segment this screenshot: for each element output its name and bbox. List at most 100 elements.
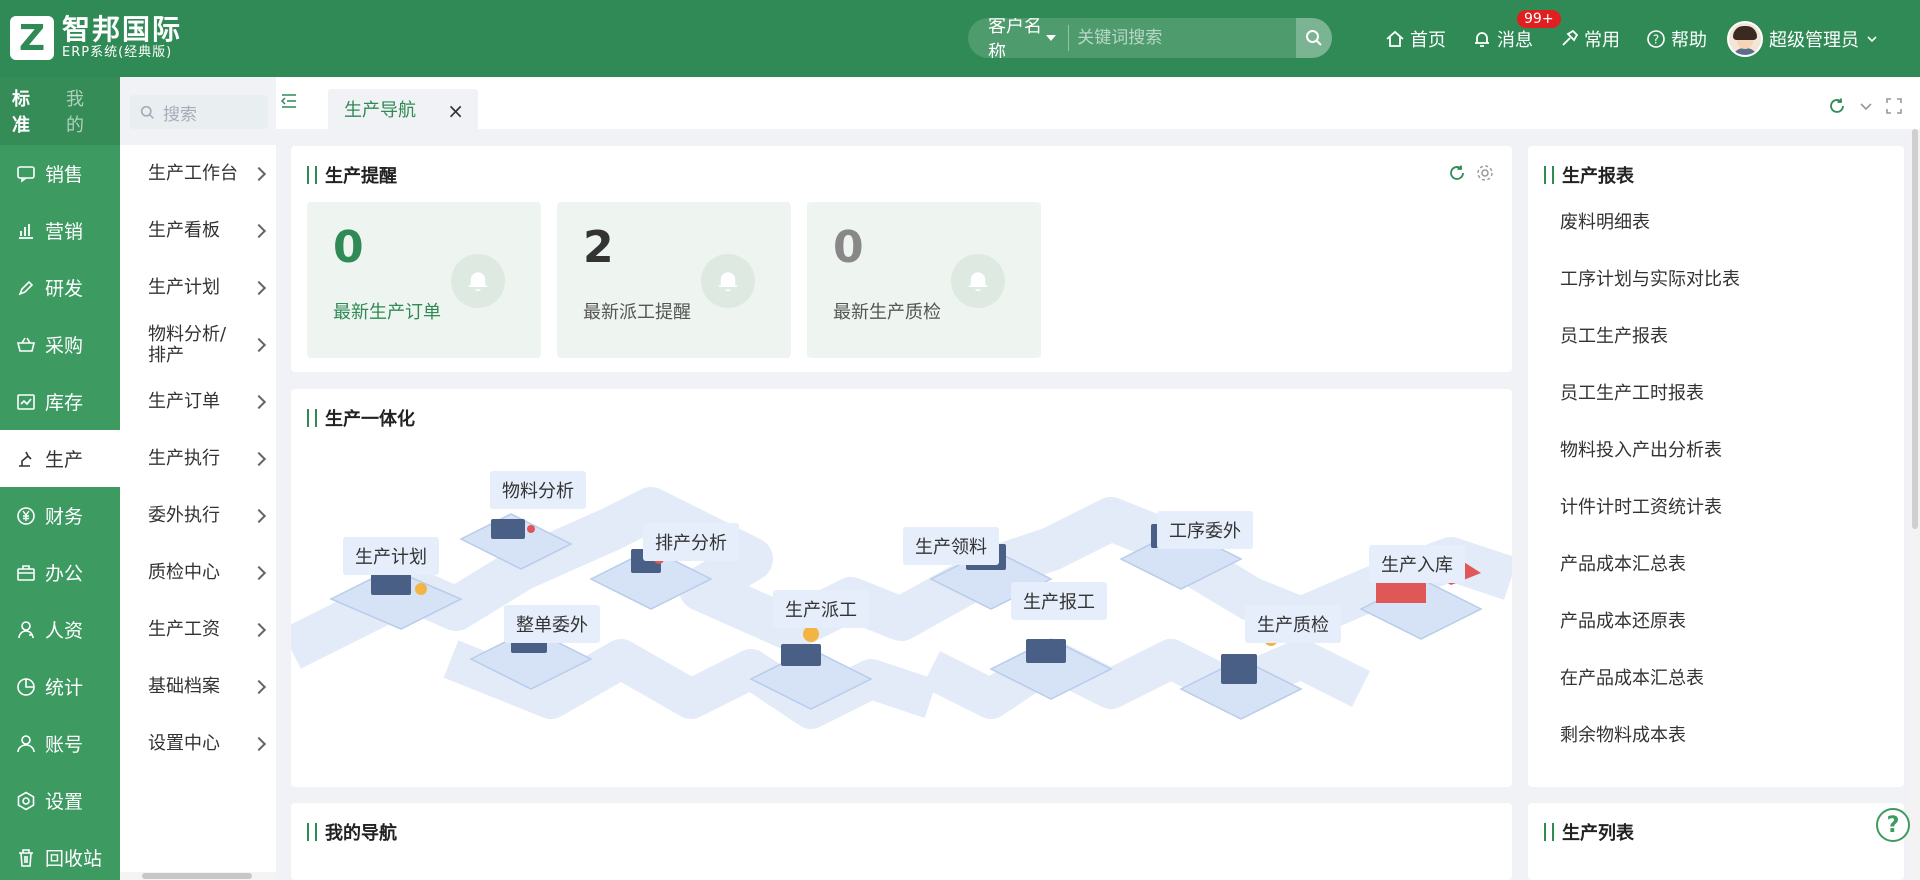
close-icon[interactable]: × [447, 99, 464, 123]
report-link[interactable]: 在产品成本汇总表 [1560, 664, 1704, 690]
gear-icon[interactable] [1476, 164, 1494, 182]
sidebar-item[interactable]: 销售 [0, 145, 120, 202]
chevron-right-icon [251, 679, 267, 694]
submenu-scrollbar[interactable] [120, 872, 276, 880]
user-menu[interactable]: 超级管理员 [1727, 20, 1879, 57]
brand-subtitle: ERP系统(经典版) [62, 45, 173, 60]
flow-node-label[interactable]: 生产领料 [903, 527, 999, 565]
user-name: 超级管理员 [1769, 29, 1859, 51]
sidebar-item[interactable]: 统计 [0, 658, 120, 715]
common-link[interactable]: 常用 [1559, 26, 1620, 52]
flow-node-label[interactable]: 生产报工 [1011, 582, 1107, 620]
report-link[interactable]: 废料明细表 [1560, 208, 1650, 234]
report-link[interactable]: 产品成本汇总表 [1560, 550, 1686, 576]
sidebar-item-label: 回收站 [45, 848, 103, 870]
messages-badge: 99+ [1517, 9, 1561, 28]
production-report-panel: 生产报表 废料明细表 工序计划与实际对比表 员工生产报表 员工生产工时报表 物料投入产出… [1528, 146, 1904, 787]
page-scrollbar[interactable] [1910, 129, 1920, 880]
help-float-button[interactable]: ? [1876, 808, 1910, 842]
submenu-item-label: 基础档案 [148, 676, 220, 697]
report-link[interactable]: 员工生产报表 [1560, 322, 1668, 348]
reminder-card[interactable]: 0 最新生产质检 [807, 202, 1041, 358]
production-list-panel: 生产列表 [1528, 803, 1904, 880]
sidebar-item[interactable]: 采购 [0, 316, 120, 373]
flow-node-label[interactable]: 生产派工 [773, 590, 869, 628]
help-link[interactable]: ? 帮助 [1646, 26, 1707, 52]
sidebar-item[interactable]: 人资 [0, 601, 120, 658]
flow-node-label[interactable]: 物料分析 [490, 471, 586, 509]
report-link[interactable]: 员工生产工时报表 [1560, 379, 1704, 405]
sidebar-item-label: 办公 [45, 563, 84, 585]
submenu-item[interactable]: 生产执行 [120, 430, 276, 487]
reminder-card[interactable]: 0 最新生产订单 [307, 202, 541, 358]
chevron-right-icon [251, 736, 267, 751]
brand-logo[interactable]: Z 智邦国际 ERP系统(经典版) [10, 15, 182, 61]
flow-node-label[interactable]: 生产计划 [343, 537, 439, 575]
submenu-item[interactable]: 物料分析/排产 [120, 316, 276, 373]
panel-title: 生产提醒 [307, 162, 397, 188]
my-navigation-panel: 我的导航 [291, 803, 1512, 880]
sidebar-item[interactable]: 账号 [0, 715, 120, 772]
chevron-down-icon[interactable] [1858, 98, 1874, 114]
submenu-item-label: 生产看板 [148, 220, 220, 241]
sidebar-item[interactable]: 库存 [0, 373, 120, 430]
tab-production-nav[interactable]: 生产导航 × [328, 89, 478, 129]
report-link[interactable]: 计件计时工资统计表 [1560, 493, 1722, 519]
yen-icon [17, 506, 35, 525]
report-link[interactable]: 工序计划与实际对比表 [1560, 265, 1740, 291]
flow-node-label[interactable]: 工序委外 [1157, 511, 1253, 549]
sidebar-item[interactable]: 设置 [0, 772, 120, 829]
sidebar-item[interactable]: 财务 [0, 487, 120, 544]
submenu-item[interactable]: 生产订单 [120, 373, 276, 430]
sidebar-item-label: 营销 [45, 221, 84, 243]
sidebar-item-label: 统计 [45, 677, 84, 699]
search-input[interactable] [1069, 28, 1297, 48]
sidebar-item[interactable]: 生产 [0, 430, 120, 487]
submenu-item[interactable]: 质检中心 [120, 544, 276, 601]
sidebar-item[interactable]: 办公 [0, 544, 120, 601]
submenu-item[interactable]: 委外执行 [120, 487, 276, 544]
submenu-item[interactable]: 生产看板 [120, 202, 276, 259]
flow-node-label[interactable]: 生产入库 [1369, 545, 1465, 583]
flow-node-label[interactable]: 生产质检 [1245, 605, 1341, 643]
refresh-icon[interactable] [1828, 97, 1846, 115]
flow-node-label[interactable]: 整单委外 [504, 605, 600, 643]
sidebar-item-label: 财务 [45, 506, 84, 528]
chevron-right-icon [251, 451, 267, 466]
production-reminder-panel: 生产提醒 0 最新生产订单 2 最新派工提醒 0 最新生产质检 [291, 146, 1512, 372]
top-bar: Z 智邦国际 ERP系统(经典版) 客户名称 首页 消息 99+ 常用 [0, 0, 1920, 77]
tab-standard[interactable]: 标准 [12, 85, 44, 137]
flow-node-label[interactable]: 排产分析 [643, 523, 739, 561]
hammer-icon [1562, 29, 1579, 46]
submenu-item[interactable]: 基础档案 [120, 658, 276, 715]
sidebar-item[interactable]: 回收站 [0, 829, 120, 880]
tab-mine[interactable]: 我的 [66, 85, 98, 137]
submenu-item[interactable]: 生产工作台 [120, 145, 276, 202]
submenu-item[interactable]: 生产计划 [120, 259, 276, 316]
sidebar-item-label: 人资 [45, 620, 84, 642]
collapse-menu-icon[interactable] [280, 92, 298, 110]
sidebar-item[interactable]: 研发 [0, 259, 120, 316]
home-link[interactable]: 首页 [1385, 26, 1446, 52]
fullscreen-icon[interactable] [1886, 98, 1902, 114]
bell-icon [1475, 31, 1489, 47]
submenu-item-label: 生产计划 [148, 277, 220, 298]
sidebar-item[interactable]: 营销 [0, 202, 120, 259]
logo-mark-icon: Z [10, 16, 54, 60]
messages-link[interactable]: 消息 99+ [1472, 9, 1561, 52]
common-label: 常用 [1584, 29, 1620, 51]
menu-search-input[interactable]: 搜索 [130, 95, 268, 129]
search-button[interactable] [1296, 18, 1332, 58]
report-link[interactable]: 剩余物料成本表 [1560, 721, 1686, 747]
settings-icon [17, 791, 35, 810]
report-link[interactable]: 物料投入产出分析表 [1560, 436, 1722, 462]
sidebar: 标准 我的 销售营销研发 采购 库存 生产财务办公人资统计账号 设置回收站 [0, 77, 120, 880]
refresh-icon[interactable] [1448, 164, 1466, 182]
submenu-item[interactable]: 生产工资 [120, 601, 276, 658]
submenu-item[interactable]: 设置中心 [120, 715, 276, 772]
help-circle-icon: ? [1647, 29, 1665, 48]
reminder-card[interactable]: 2 最新派工提醒 [557, 202, 791, 358]
search-type-select[interactable]: 客户名称 [968, 18, 1070, 58]
svg-text:?: ? [1653, 32, 1659, 46]
report-link[interactable]: 产品成本还原表 [1560, 607, 1686, 633]
